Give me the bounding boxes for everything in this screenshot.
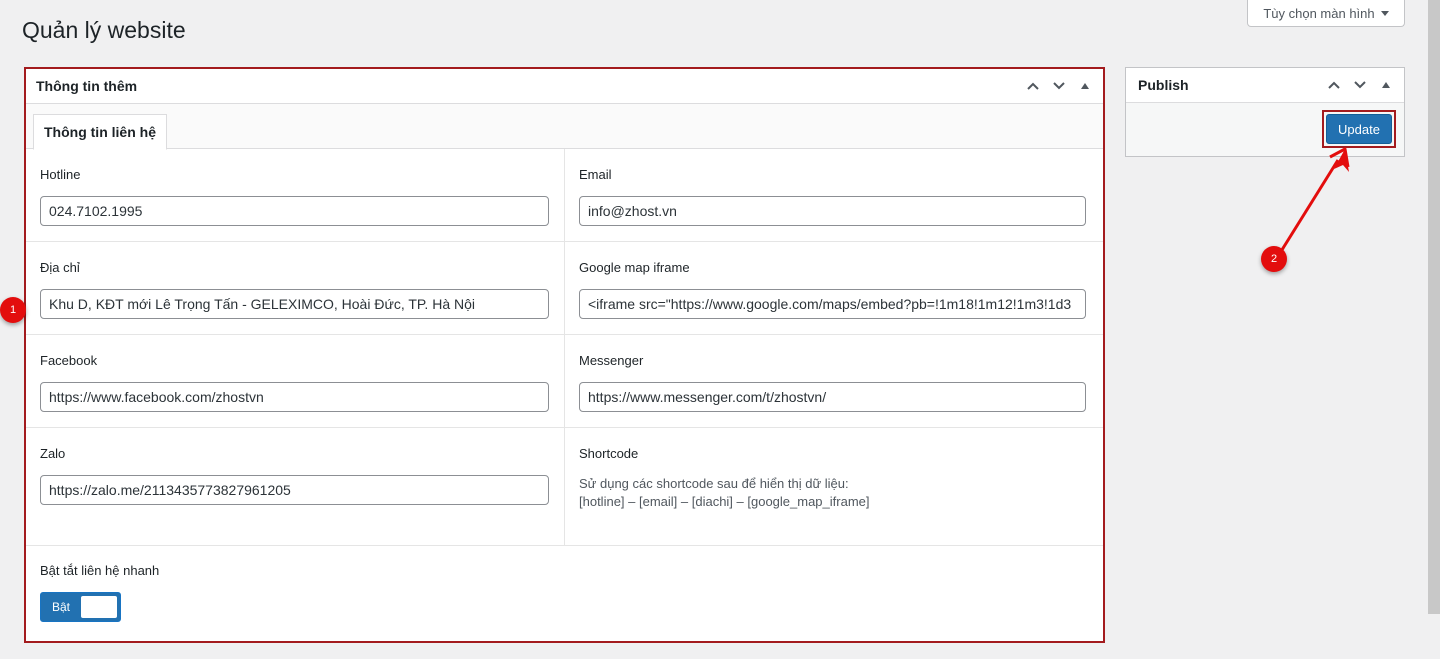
metabox-title: Thông tin thêm — [36, 78, 138, 94]
address-label: Địa chỉ — [40, 260, 80, 275]
email-input[interactable]: info@zhost.vn — [579, 196, 1086, 226]
quick-contact-label: Bật tắt liên hệ nhanh — [40, 563, 160, 578]
zalo-cell: Zalo https://zalo.me/2113435773827961205 — [26, 428, 565, 546]
quick-contact-section: Bật tắt liên hệ nhanh Bật — [26, 546, 1103, 639]
extra-info-metabox: Thông tin thêm Thông tin liên hệ Hotline… — [24, 67, 1105, 643]
messenger-input[interactable]: https://www.messenger.com/t/zhostvn/ — [579, 382, 1086, 412]
email-label: Email — [579, 167, 612, 182]
move-up-icon[interactable] — [1324, 75, 1344, 95]
quick-contact-toggle[interactable]: Bật — [40, 592, 121, 622]
collapse-toggle-icon[interactable] — [1075, 76, 1095, 96]
facebook-cell: Facebook https://www.facebook.com/zhostv… — [26, 335, 565, 428]
shortcode-cell: Shortcode Sử dụng các shortcode sau để h… — [565, 428, 1103, 546]
address-input[interactable]: Khu D, KĐT mới Lê Trọng Tấn - GELEXIMCO,… — [40, 289, 549, 319]
page-scrollbar[interactable] — [1428, 0, 1440, 614]
google-map-label: Google map iframe — [579, 260, 690, 275]
update-highlight: Update — [1322, 110, 1396, 148]
collapse-toggle-icon[interactable] — [1376, 75, 1396, 95]
messenger-cell: Messenger https://www.messenger.com/t/zh… — [565, 335, 1103, 428]
hotline-input[interactable]: 024.7102.1995 — [40, 196, 549, 226]
toggle-state-text: Bật — [52, 600, 71, 614]
toggle-knob — [81, 596, 117, 618]
tab-bar: Thông tin liên hệ — [26, 104, 1103, 150]
shortcode-help: Sử dụng các shortcode sau để hiển thị dữ… — [579, 476, 849, 491]
google-map-input[interactable]: <iframe src="https://www.google.com/maps… — [579, 289, 1086, 319]
address-cell: Địa chỉ Khu D, KĐT mới Lê Trọng Tấn - GE… — [26, 242, 565, 335]
update-button[interactable]: Update — [1326, 114, 1392, 144]
publish-body: Update — [1126, 103, 1404, 156]
hotline-label: Hotline — [40, 167, 81, 182]
screen-options-label: Tùy chọn màn hình — [1263, 5, 1375, 21]
messenger-label: Messenger — [579, 353, 644, 368]
facebook-label: Facebook — [40, 353, 98, 368]
move-up-icon[interactable] — [1023, 76, 1043, 96]
screen-options-button[interactable]: Tùy chọn màn hình — [1247, 0, 1405, 27]
zalo-label: Zalo — [40, 446, 66, 461]
publish-header: Publish — [1126, 68, 1404, 103]
caret-down-icon — [1380, 10, 1389, 16]
hotline-cell: Hotline 024.7102.1995 — [26, 149, 565, 242]
page-title: Quản lý website — [22, 17, 186, 43]
zalo-input[interactable]: https://zalo.me/2113435773827961205 — [40, 475, 549, 505]
google-map-cell: Google map iframe <iframe src="https://w… — [565, 242, 1103, 335]
annotation-badge-1: 1 — [0, 297, 26, 323]
facebook-input[interactable]: https://www.facebook.com/zhostvn — [40, 382, 549, 412]
move-down-icon[interactable] — [1350, 75, 1370, 95]
move-down-icon[interactable] — [1049, 76, 1069, 96]
email-cell: Email info@zhost.vn — [565, 149, 1103, 242]
annotation-badge-2: 2 — [1261, 246, 1287, 272]
publish-metabox: Publish Update — [1125, 67, 1405, 157]
tab-contact-info[interactable]: Thông tin liên hệ — [33, 114, 167, 150]
shortcode-label: Shortcode — [579, 446, 639, 461]
publish-title: Publish — [1138, 77, 1189, 93]
shortcode-list: [hotline] – [email] – [diachi] – [google… — [579, 494, 870, 509]
metabox-header: Thông tin thêm — [26, 69, 1103, 104]
